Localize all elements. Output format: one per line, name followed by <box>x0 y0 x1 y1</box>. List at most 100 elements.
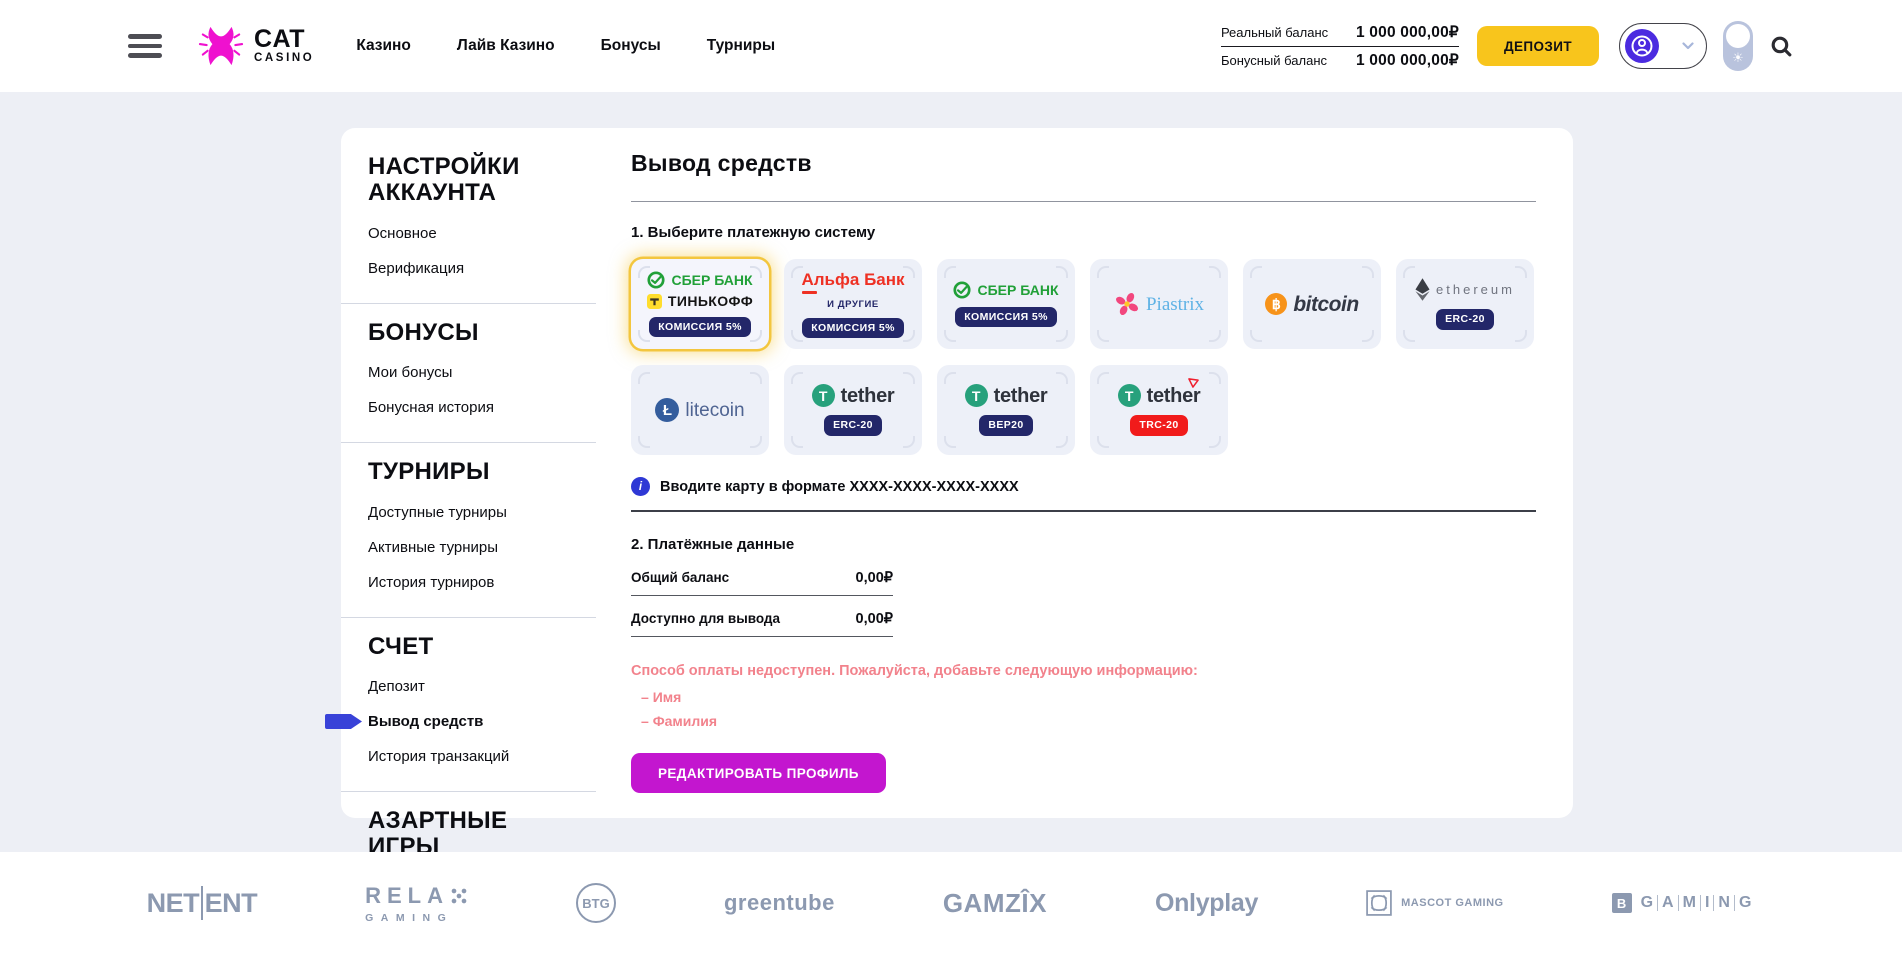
deposit-button[interactable]: ДЕПОЗИТ <box>1477 26 1599 66</box>
real-balance-row: Реальный баланс 1 000 000,00₽ <box>1221 19 1459 46</box>
sidebar-item[interactable]: Бонусная история <box>368 399 596 416</box>
chevron-down-icon <box>1682 42 1694 50</box>
tether-logo-text: tether <box>994 386 1048 406</box>
nav-item-Бонусы[interactable]: Бонусы <box>601 37 661 55</box>
piastrix-logo-text: Piastrix <box>1146 295 1204 314</box>
payment-method-bitcoin[interactable]: ฿ bitcoin <box>1243 259 1381 349</box>
tron-network-icon <box>1188 378 1199 388</box>
payment-method-sber-5[interactable]: СБЕР БАНК КОМИССИЯ 5% <box>937 259 1075 349</box>
tether-icon: T <box>812 384 835 407</box>
search-button[interactable] <box>1769 34 1794 59</box>
sber-logo-text: СБЕР БАНК <box>671 273 752 287</box>
alfa-others-label: И ДРУГИЕ <box>827 299 879 310</box>
provider-logo-onlyplay: Onlyplay <box>1155 889 1258 918</box>
theme-toggle[interactable]: ☀ <box>1723 21 1753 71</box>
provider-logo-netent: NETENT <box>147 886 258 920</box>
payment-method-ethereum-erc20[interactable]: ethereum ERC-20 <box>1396 259 1534 349</box>
sidebar-item-active[interactable]: Вывод средств <box>368 713 596 730</box>
bitcoin-logo-text: bitcoin <box>1293 294 1358 315</box>
title-divider <box>631 201 1536 202</box>
payment-method-piastrix[interactable]: Piastrix <box>1090 259 1228 349</box>
hamburger-menu-icon[interactable] <box>128 34 162 58</box>
payment-methods-grid: СБЕР БАНК ТИНЬКОФФ КОМИССИЯ 5% Альфа Банк И … <box>631 259 1536 455</box>
tile-corner-mark <box>1056 436 1068 448</box>
tile-corner-mark <box>1097 266 1109 278</box>
sidebar-item[interactable]: Депозит <box>368 678 596 695</box>
tile-corner-mark <box>638 436 650 448</box>
tron-icon <box>1188 378 1199 388</box>
tile-corner-mark <box>1097 436 1109 448</box>
payment-method-tether_tron-trc20[interactable]: TtetherTRC-20 <box>1090 365 1228 455</box>
tether-icon: T <box>965 384 988 407</box>
commission-badge: КОМИССИЯ 5% <box>955 307 1057 327</box>
cat-casino-logo[interactable]: CAT CASINO <box>196 24 314 68</box>
edit-profile-button[interactable]: РЕДАКТИРОВАТЬ ПРОФИЛЬ <box>631 753 886 793</box>
balance-line: Общий баланс0,00₽ <box>631 555 893 596</box>
litecoin-icon: Ł <box>655 398 679 422</box>
nav-item-Лайв Казино[interactable]: Лайв Казино <box>457 37 555 55</box>
alfabank-logo-text: Альфа Банк <box>801 270 904 289</box>
real-balance-label: Реальный баланс <box>1221 25 1328 40</box>
balance-line-label: Общий баланс <box>631 570 729 585</box>
tile-corner-mark <box>750 330 762 342</box>
sun-icon: ☀ <box>1723 50 1753 66</box>
tether-icon: T <box>1118 384 1141 407</box>
tile-corner-mark <box>1209 372 1221 384</box>
payment-method-litecoin[interactable]: Łlitecoin <box>631 365 769 455</box>
commission-badge: ERC-20 <box>1436 309 1494 329</box>
tether-logo-text: tether <box>841 386 895 406</box>
tile-corner-mark <box>791 330 803 342</box>
account-menu[interactable] <box>1619 23 1707 69</box>
bitcoin-icon: ฿ <box>1265 293 1287 315</box>
tile-corner-mark <box>1097 372 1109 384</box>
main-nav: Казино Лайв Казино Бонусы Турниры <box>356 37 775 55</box>
tile-corner-mark <box>750 266 762 278</box>
account-sidebar: НАСТРОЙКИ АККАУНТАОсновноеВерификацияБОН… <box>341 128 596 896</box>
bonus-balance-label: Бонусный баланс <box>1221 53 1327 68</box>
tinkoff-logo-text: ТИНЬКОФФ <box>668 294 753 308</box>
tile-corner-mark <box>638 266 650 278</box>
tile-corner-mark <box>1515 266 1527 278</box>
commission-badge: ERC-20 <box>824 415 882 435</box>
provider-logo-mascot: MASCOT GAMING <box>1366 890 1503 916</box>
missing-fields-list: Имя Фамилия <box>631 689 1536 729</box>
tile-corner-mark <box>1250 330 1262 342</box>
sidebar-item[interactable]: Верификация <box>368 260 596 277</box>
tile-corner-mark <box>1056 372 1068 384</box>
balance-panel: Реальный баланс 1 000 000,00₽ Бонусный б… <box>1221 19 1459 74</box>
sidebar-item[interactable]: История транзакций <box>368 748 596 765</box>
payment-method-sber_tinkoff-5[interactable]: СБЕР БАНКТИНЬКОФФКОМИССИЯ 5% <box>631 259 769 349</box>
tile-corner-mark <box>750 436 762 448</box>
missing-field-item: Имя <box>631 689 1536 705</box>
ethereum-logo-text: ethereum <box>1436 283 1515 296</box>
bonus-balance-row: Бонусный баланс 1 000 000,00₽ <box>1221 46 1459 74</box>
mascot-ornament-icon <box>1366 890 1392 916</box>
nav-item-Казино[interactable]: Казино <box>356 37 411 55</box>
page-title: Вывод средств <box>631 150 1536 177</box>
sber-logo-text: СБЕР БАНК <box>977 283 1058 297</box>
tile-corner-mark <box>1403 266 1415 278</box>
balance-line-label: Доступно для вывода <box>631 611 780 626</box>
payment-method-alfa-5[interactable]: Альфа БанкИ ДРУГИЕКОМИССИЯ 5% <box>784 259 922 349</box>
sidebar-item[interactable]: Активные турниры <box>368 539 596 556</box>
top-header: CAT CASINO Казино Лайв Казино Бонусы Турнир… <box>0 0 1902 92</box>
card-format-note: i Вводите карту в формате XXXX-XXXX-XXXX… <box>631 477 1536 496</box>
cat-logo-icon <box>196 24 246 68</box>
payment-method-tether-erc20[interactable]: Ttether ERC-20 <box>784 365 922 455</box>
sidebar-item[interactable]: История турниров <box>368 574 596 591</box>
provider-logo-bgaming: BGAMING <box>1612 893 1756 913</box>
relax-x-dots-icon <box>450 887 468 905</box>
sidebar-item[interactable]: Мои бонусы <box>368 364 596 381</box>
sidebar-item[interactable]: Доступные турниры <box>368 504 596 521</box>
nav-item-Турниры[interactable]: Турниры <box>707 37 775 55</box>
sidebar-item[interactable]: Основное <box>368 225 596 242</box>
sidebar-section-title: ТУРНИРЫ <box>368 459 580 485</box>
payment-method-tether-bep20[interactable]: TtetherBEP20 <box>937 365 1075 455</box>
tile-corner-mark <box>903 436 915 448</box>
missing-field-item: Фамилия <box>631 713 1536 729</box>
withdrawal-panel: Вывод средств 1. Выберите платежную сист… <box>631 128 1536 793</box>
tile-corner-mark <box>944 436 956 448</box>
providers-footer: NETENTRELAGAMINGBTGgreentubeGAMZÎXOnlypl… <box>0 852 1902 954</box>
alfabank-underline <box>802 291 817 294</box>
toggle-knob <box>1726 24 1750 48</box>
